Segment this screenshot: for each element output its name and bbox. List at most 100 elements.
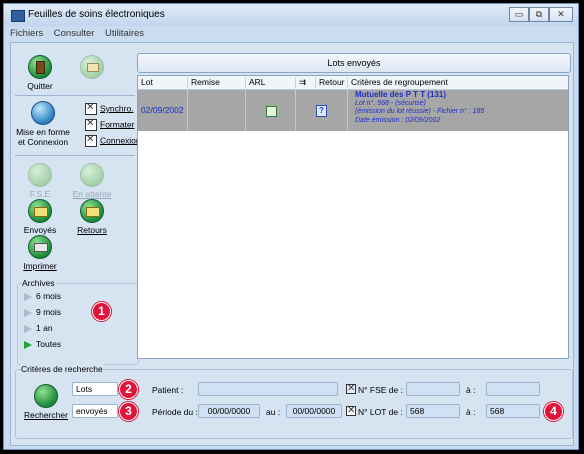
archive-option-toutes[interactable]: Toutes (24, 339, 61, 349)
arrow-right-icon (24, 308, 32, 317)
close-button[interactable]: ✕ (549, 7, 573, 22)
archive-label: 6 mois (36, 291, 62, 301)
arrow-right-icon (24, 292, 32, 301)
archive-label: 9 mois (36, 307, 62, 317)
formater-checkbox[interactable]: Formater (85, 118, 145, 131)
envoyes-button[interactable]: Envoyés (15, 199, 65, 235)
archive-option-9-mois[interactable]: 9 mois (24, 307, 61, 317)
main-panel: Quitter Mise en forme et Connexion Synch… (10, 42, 574, 446)
lot-a-label: à : (466, 407, 476, 417)
patient-field[interactable] (198, 382, 338, 396)
period-to-field[interactable]: 00/00/0000 (286, 404, 342, 418)
checkbox-checked-icon (85, 118, 97, 131)
col-arl[interactable]: ARL (246, 77, 296, 88)
criteres-line: (émission du lot réussie) - Fichier n° :… (355, 108, 485, 115)
callout-badge-3: 3 (119, 402, 138, 421)
fse-icon (28, 163, 52, 187)
imprimer-label: Imprimer (23, 261, 57, 271)
printer-icon (28, 235, 52, 259)
period-label: Période du : (152, 407, 198, 417)
connexion-label: Connexion (100, 135, 141, 146)
globe-icon (31, 101, 55, 125)
app-window: Feuilles de soins électroniques ▭ ⧉ ✕ Fi… (3, 3, 579, 450)
cell-lot: 02/09/2002 (138, 90, 188, 131)
envelope-out-icon (28, 199, 52, 223)
synchro-checkbox[interactable]: Synchro. (85, 102, 145, 115)
door-icon (28, 55, 52, 79)
period-from-field[interactable]: 00/00/0000 (198, 404, 260, 418)
app-icon (11, 10, 25, 22)
table-row[interactable]: 02/09/2002 ? Mutuelle des P T T (131) Lo… (138, 90, 568, 131)
menu-consulter[interactable]: Consulter (54, 28, 95, 39)
title-bar: Feuilles de soins électroniques ▭ ⧉ ✕ (4, 4, 578, 26)
quit-label: Quitter (27, 81, 53, 91)
archive-label: 1 an (36, 323, 53, 333)
callout-badge-2: 2 (119, 380, 138, 399)
formater-label: Formater (100, 119, 135, 130)
fse-to-field[interactable] (486, 382, 540, 396)
envoyes-label: Envoyés (23, 225, 57, 235)
patient-label: Patient : (152, 385, 184, 395)
criteres-title: Mutuelle des P T T (131) (355, 90, 446, 99)
quit-button[interactable]: Quitter (15, 55, 65, 91)
folder-button[interactable] (67, 55, 117, 81)
retours-button[interactable]: Retours (67, 199, 117, 235)
fse-label: F.S.E (29, 189, 51, 199)
rechercher-button[interactable]: Rechercher (20, 384, 72, 420)
menu-utilitaires[interactable]: Utilitaires (105, 28, 144, 39)
lot-from-field[interactable]: 568 (406, 404, 460, 418)
cell-criteres: Mutuelle des P T T (131) Lot n°. 568 - (… (348, 90, 568, 131)
col-lot[interactable]: Lot (138, 77, 188, 88)
status-select[interactable]: envoyés (72, 404, 118, 418)
lot-to-field[interactable]: 568 (486, 404, 540, 418)
menu-bar: Fichiers Consulter Utilitaires (10, 28, 152, 42)
synchro-label: Synchro. (100, 103, 134, 114)
fse-a-label: à : (466, 385, 476, 395)
arl-document-icon[interactable] (266, 106, 277, 117)
col-retour[interactable]: Retour (316, 77, 348, 88)
menu-fichiers[interactable]: Fichiers (10, 28, 43, 39)
checkbox-checked-icon (85, 102, 97, 115)
lots-table: Lot Remise ARL ⇉ Retour Critères de regr… (137, 75, 569, 359)
archive-option-1-an[interactable]: 1 an (24, 323, 53, 333)
callout-badge-1: 1 (92, 302, 111, 321)
cell-retour: ? (296, 90, 348, 131)
cell-remise (188, 90, 246, 131)
minimize-button[interactable]: ▭ (509, 7, 529, 22)
en-attente-button[interactable]: En attente (67, 163, 117, 199)
screen-frame: Feuilles de soins électroniques ▭ ⧉ ✕ Fi… (0, 0, 584, 454)
retours-label: Retours (77, 225, 107, 235)
period-au-label: au : (266, 407, 281, 417)
col-remise[interactable]: Remise (188, 77, 246, 88)
criteres-legend: Critères de recherche (20, 364, 104, 374)
callout-badge-4: 4 (544, 402, 563, 421)
arrow-right-icon (24, 340, 32, 349)
imprimer-button[interactable]: Imprimer (15, 235, 65, 271)
toolbar-separator (15, 155, 135, 156)
fse-checkbox[interactable] (346, 383, 356, 395)
fse-button[interactable]: F.S.E (15, 163, 65, 199)
col-transfer[interactable]: ⇉ (296, 77, 316, 88)
fse-from-field[interactable] (406, 382, 460, 396)
archive-label: Toutes (36, 339, 62, 349)
lot-date: 02/09/2002 (141, 105, 184, 115)
window-title: Feuilles de soins électroniques (28, 9, 165, 20)
type-select[interactable]: Lots (72, 382, 118, 396)
col-criteres[interactable]: Critères de regroupement (348, 77, 568, 88)
mise-en-forme-button[interactable]: Mise en forme et Connexion (15, 101, 71, 147)
lot-checkbox[interactable] (346, 405, 356, 417)
archive-option-6-mois[interactable]: 6 mois (24, 291, 61, 301)
toolbar-separator (15, 95, 135, 96)
criteres-text: Mutuelle des P T T (131) Lot n°. 568 - (… (355, 90, 555, 125)
archives-legend: Archives (21, 278, 56, 288)
en-attente-label: En attente (72, 189, 112, 199)
mise-en-forme-label-2: et Connexion (17, 137, 69, 147)
archives-group: Archives 6 mois 9 mois 1 an Toutes 1 (17, 278, 139, 365)
connexion-checkbox[interactable]: Connexion (85, 134, 145, 147)
maximize-button[interactable]: ⧉ (529, 7, 549, 22)
lots-envoyes-header[interactable]: Lots envoyés (137, 53, 571, 73)
checkbox-checked-icon (85, 134, 97, 147)
question-mark-icon[interactable]: ? (316, 105, 327, 117)
envelope-in-icon (80, 199, 104, 223)
fse-label: N° FSE de : (358, 385, 403, 395)
